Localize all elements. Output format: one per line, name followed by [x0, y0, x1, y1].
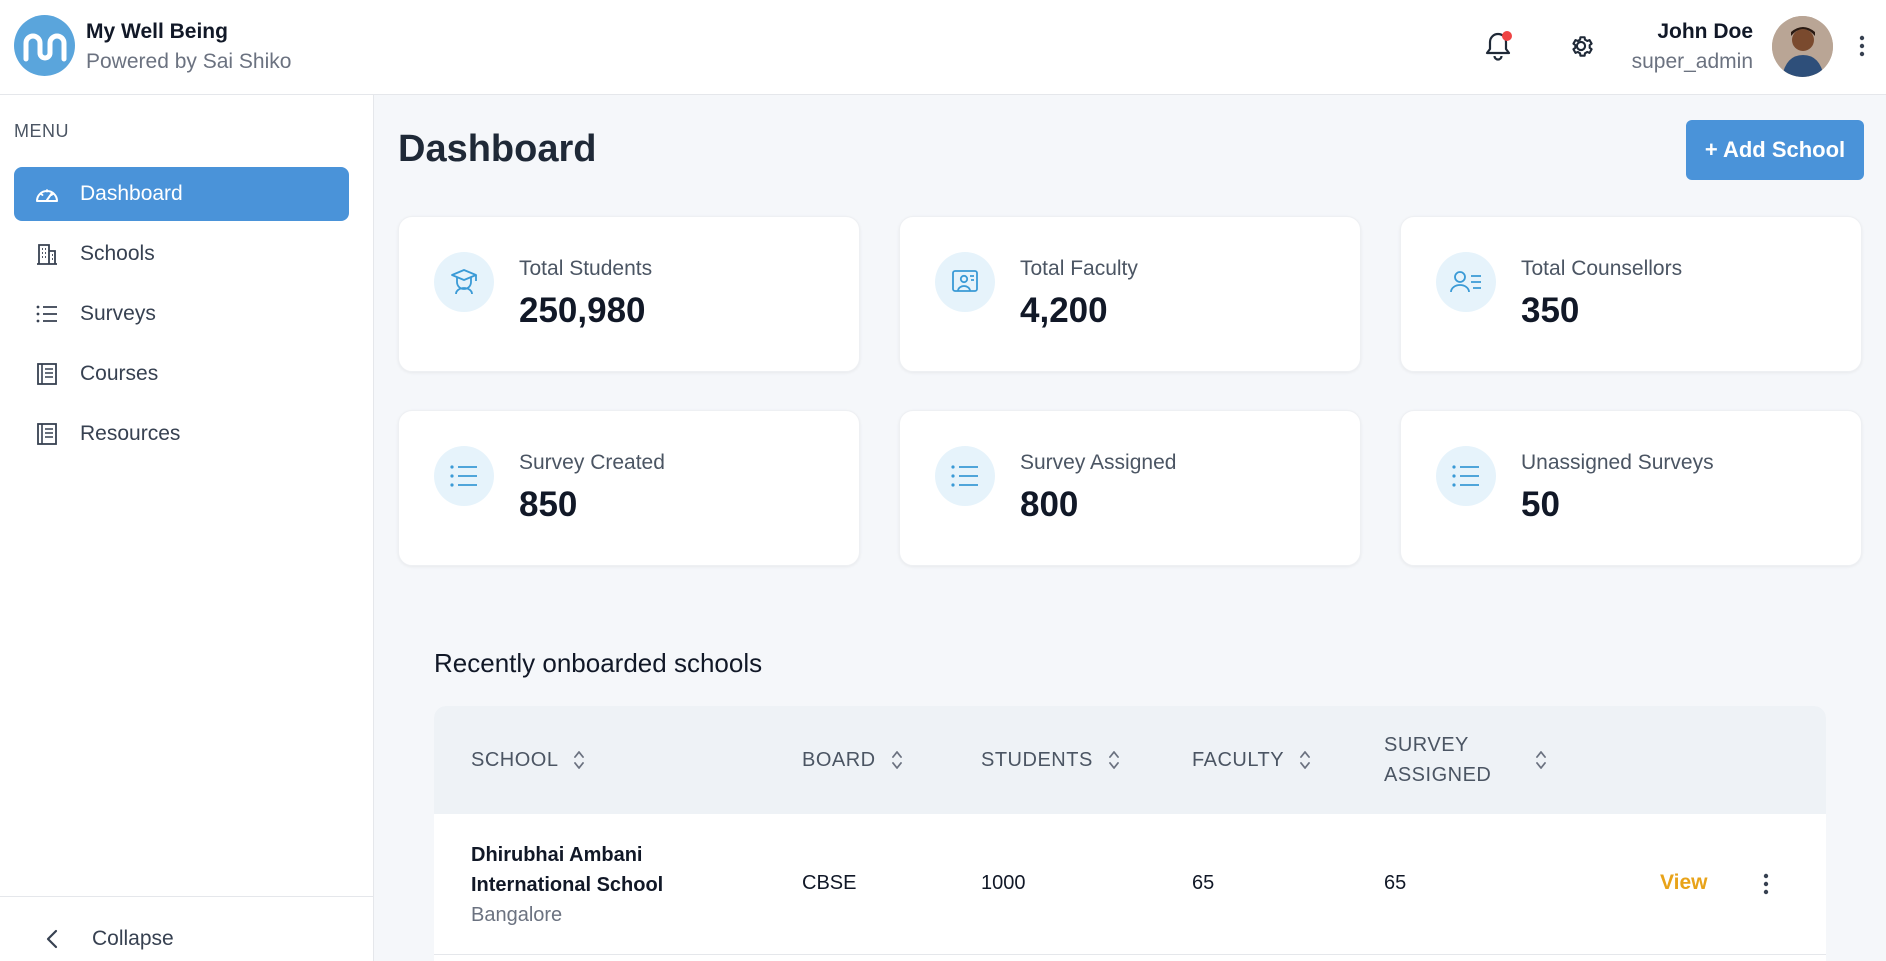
sidebar-item-label: Dashboard: [80, 182, 183, 205]
school-name-line2: International School: [471, 874, 664, 896]
stat-value: 350: [1521, 291, 1580, 330]
column-survey-assigned[interactable]: SURVEY ASSIGNED: [1384, 706, 1548, 814]
column-label: STUDENTS: [981, 748, 1093, 771]
row-more-button[interactable]: [1756, 869, 1776, 899]
column-label-line1: SURVEY: [1384, 734, 1469, 756]
gear-icon: [1572, 36, 1593, 57]
stat-value: 800: [1020, 485, 1079, 524]
column-faculty[interactable]: FACULTY: [1192, 706, 1312, 814]
notification-dot: [1502, 31, 1512, 41]
document-icon: [34, 421, 60, 447]
collapse-button[interactable]: Collapse: [40, 927, 174, 951]
sort-icon: [890, 749, 904, 771]
sort-icon: [572, 749, 586, 771]
schools-table: SCHOOL BOARD STUDENTS FACULTY SURVEY ASS…: [434, 706, 1826, 961]
user-role: super_admin: [1631, 50, 1753, 73]
top-header: My Well Being Powered by Sai Shiko John …: [0, 0, 1886, 95]
sidebar-item-label: Courses: [80, 362, 159, 385]
sidebar-item-label: Resources: [80, 422, 181, 445]
sidebar: MENU Dashboard Schools Surveys Courses R…: [0, 95, 374, 961]
stat-value: 850: [519, 485, 578, 524]
row-divider: [434, 954, 1826, 955]
list-icon: [935, 446, 995, 506]
sort-icon: [1534, 749, 1548, 771]
stat-label: Unassigned Surveys: [1521, 451, 1714, 474]
stat-label: Total Faculty: [1020, 257, 1138, 280]
stat-value: 250,980: [519, 291, 646, 330]
students-cell: 1000: [981, 872, 1026, 894]
sidebar-item-label: Schools: [80, 242, 155, 265]
table-header: SCHOOL BOARD STUDENTS FACULTY SURVEY ASS…: [434, 706, 1826, 814]
view-link[interactable]: View: [1660, 871, 1707, 895]
stat-card-survey-assigned: Survey Assigned 800: [899, 410, 1361, 566]
column-label: BOARD: [802, 748, 876, 771]
page-title: Dashboard: [398, 128, 597, 170]
stat-label: Total Counsellors: [1521, 257, 1683, 280]
sort-icon: [1107, 749, 1121, 771]
logo-mark-icon: [23, 33, 66, 61]
app-title: My Well Being: [86, 20, 228, 43]
column-students[interactable]: STUDENTS: [981, 706, 1121, 814]
column-label: SURVEY ASSIGNED: [1384, 730, 1534, 790]
board-cell: CBSE: [802, 872, 857, 894]
stat-label: Total Students: [519, 257, 653, 280]
column-label: SCHOOL: [471, 748, 559, 771]
school-city: Bangalore: [471, 904, 563, 926]
sidebar-item-label: Surveys: [80, 302, 156, 325]
user-photo-icon: [1772, 16, 1833, 77]
sidebar-item-resources[interactable]: Resources: [14, 407, 349, 461]
app-subtitle: Powered by Sai Shiko: [86, 50, 292, 73]
stat-label: Survey Created: [519, 451, 665, 474]
graduate-icon: [434, 252, 494, 312]
sidebar-footer: Collapse: [0, 896, 373, 961]
stat-value: 4,200: [1020, 291, 1108, 330]
sidebar-item-surveys[interactable]: Surveys: [14, 287, 349, 341]
stat-card-survey-created: Survey Created 850: [398, 410, 860, 566]
app-logo[interactable]: [14, 15, 75, 76]
sort-icon: [1298, 749, 1312, 771]
user-name: John Doe: [1657, 20, 1753, 43]
stat-card-total-faculty: Total Faculty 4,200: [899, 216, 1361, 372]
sidebar-item-schools[interactable]: Schools: [14, 227, 349, 281]
stat-value: 50: [1521, 485, 1560, 524]
vertical-dots-icon: [1763, 873, 1769, 895]
stat-label: Survey Assigned: [1020, 451, 1177, 474]
sidebar-item-courses[interactable]: Courses: [14, 347, 349, 401]
list-icon: [434, 446, 494, 506]
column-board[interactable]: BOARD: [802, 706, 904, 814]
chevron-left-icon: [40, 927, 64, 951]
list-icon: [34, 301, 60, 327]
gauge-icon: [34, 181, 60, 207]
vertical-dots-icon: [1859, 35, 1865, 57]
menu-label: MENU: [14, 121, 69, 141]
building-icon: [34, 241, 60, 267]
header-more-button[interactable]: [1852, 26, 1872, 66]
notifications-button[interactable]: [1478, 26, 1518, 66]
presentation-icon: [935, 252, 995, 312]
faculty-cell: 65: [1192, 872, 1215, 894]
section-title: Recently onboarded schools: [434, 648, 763, 678]
stat-card-total-counsellors: Total Counsellors 350: [1400, 216, 1862, 372]
column-school[interactable]: SCHOOL: [471, 706, 586, 814]
settings-button[interactable]: [1561, 26, 1601, 66]
collapse-label: Collapse: [92, 927, 174, 950]
survey-assigned-cell: 65: [1384, 872, 1407, 894]
school-name-line1: Dhirubhai Ambani: [471, 844, 643, 866]
avatar[interactable]: [1772, 16, 1833, 77]
list-icon: [1436, 446, 1496, 506]
stat-card-total-students: Total Students 250,980: [398, 216, 860, 372]
add-school-button[interactable]: + Add School: [1686, 120, 1864, 180]
document-icon: [34, 361, 60, 387]
counsellor-icon: [1436, 252, 1496, 312]
column-label: FACULTY: [1192, 748, 1285, 771]
column-label-line2: ASSIGNED: [1384, 764, 1492, 786]
school-cell: Dhirubhai Ambani International School Ba…: [471, 840, 663, 930]
stat-card-unassigned-surveys: Unassigned Surveys 50: [1400, 410, 1862, 566]
sidebar-item-dashboard[interactable]: Dashboard: [14, 167, 349, 221]
